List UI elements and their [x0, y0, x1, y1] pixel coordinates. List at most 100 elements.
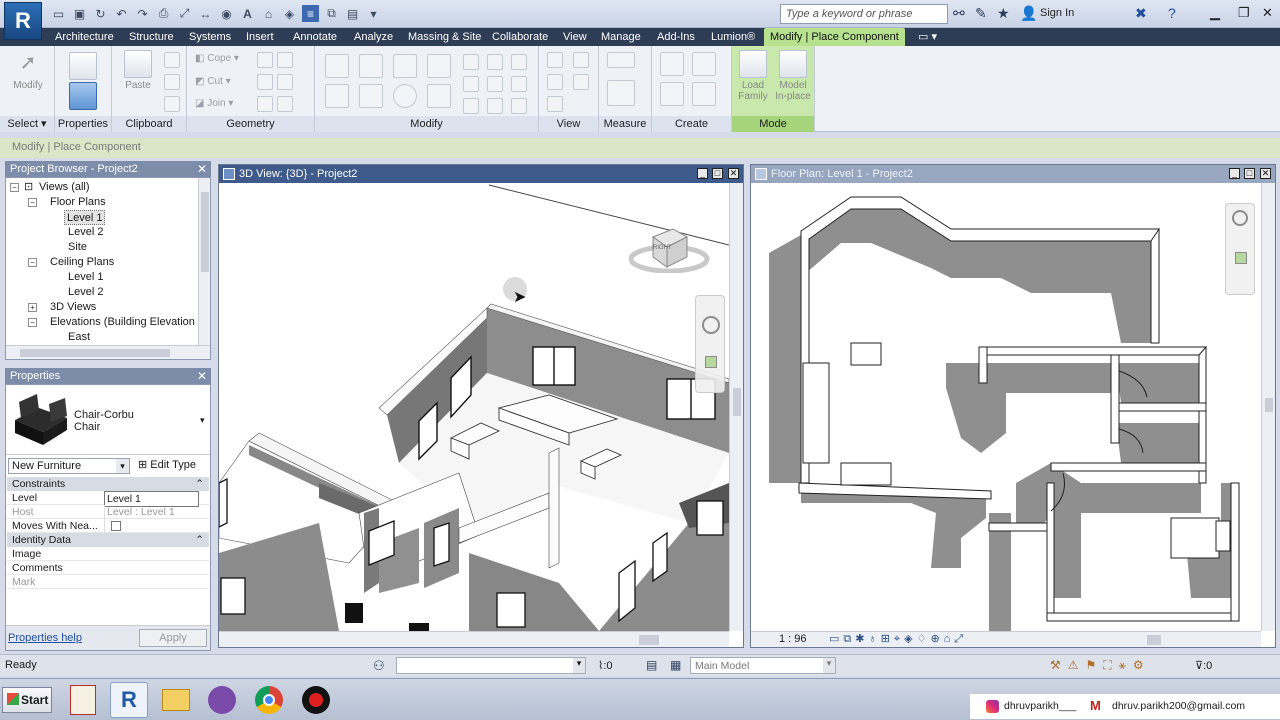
- tab-massing-site[interactable]: Massing & Site: [408, 28, 481, 46]
- view-3d-title-bar[interactable]: 3D View: {3D} - Project2 _ □ ✕: [219, 165, 743, 183]
- binoculars-icon[interactable]: ⚯: [953, 5, 965, 22]
- open-icon[interactable]: ▭: [50, 5, 67, 22]
- tab-annotate[interactable]: Annotate: [293, 28, 337, 46]
- tab-add-ins[interactable]: Add-Ins: [657, 28, 695, 46]
- view-filter-icon[interactable]: [573, 74, 589, 90]
- tab-view[interactable]: View: [563, 28, 587, 46]
- tree-item-floor-plan-level-1[interactable]: Level 1: [64, 210, 106, 225]
- view-3d-close-icon[interactable]: ✕: [728, 168, 739, 179]
- favorites-star-icon[interactable]: ★: [997, 5, 1010, 22]
- mirror-draw-icon[interactable]: [427, 54, 451, 78]
- tab-collaborate[interactable]: Collaborate: [492, 28, 548, 46]
- steering-wheel-icon[interactable]: [702, 316, 720, 334]
- tag-icon[interactable]: ◉: [218, 5, 235, 22]
- view-plan-minimize-icon[interactable]: _: [1229, 168, 1240, 179]
- create-similar-icon[interactable]: [660, 52, 684, 76]
- select-dropdown[interactable]: Select ▾: [0, 116, 54, 132]
- pin-icon[interactable]: [463, 76, 479, 92]
- browser-hscroll-thumb[interactable]: [20, 349, 170, 357]
- tab-architecture[interactable]: Architecture: [55, 28, 114, 46]
- instance-filter-select[interactable]: New Furniture ▾: [8, 458, 130, 474]
- match-type-icon[interactable]: [164, 96, 180, 112]
- group-identity-data[interactable]: Identity Data ⌃: [7, 533, 209, 547]
- edit-type-button[interactable]: ⊞ Edit Type: [138, 458, 196, 471]
- view-plan-hscroll-thumb[interactable]: [1147, 635, 1161, 645]
- taskbar-erp-app[interactable]: [64, 682, 102, 718]
- worksharing-icon[interactable]: ⚇: [373, 658, 385, 674]
- undo-icon[interactable]: ↶: [113, 5, 130, 22]
- aligned-dimension-icon[interactable]: [607, 80, 635, 106]
- design-options-icon-2[interactable]: ▦: [670, 658, 681, 672]
- tree-toggle-icon[interactable]: −: [10, 183, 19, 192]
- cope-button[interactable]: ◧ Cope ▾: [195, 53, 239, 64]
- tree-toggle-icon[interactable]: +: [28, 303, 37, 312]
- view-plan-canvas[interactable]: [751, 183, 1261, 631]
- switch-windows-icon[interactable]: ▤: [344, 5, 361, 22]
- scale-icon[interactable]: [511, 54, 527, 70]
- tab-structure[interactable]: Structure: [129, 28, 174, 46]
- trim-single-icon[interactable]: [463, 98, 479, 114]
- view-plan-vertical-scrollbar[interactable]: [1261, 183, 1275, 631]
- help-icon[interactable]: ?: [1168, 5, 1176, 21]
- view-options-icon[interactable]: [573, 52, 589, 68]
- zoom-region-icon[interactable]: [705, 356, 717, 368]
- dimension-icon[interactable]: ↔: [197, 5, 214, 22]
- wall-joins-icon[interactable]: [257, 52, 273, 68]
- type-properties-button[interactable]: [65, 52, 101, 82]
- remove-paint-icon[interactable]: [257, 96, 273, 112]
- close-hidden-icon[interactable]: ⧉: [323, 5, 340, 22]
- 3d-view-icon[interactable]: ⌂: [260, 5, 277, 22]
- user-icon[interactable]: 👤: [1020, 5, 1037, 22]
- tree-item-east[interactable]: East: [68, 330, 90, 345]
- view-plan-vscroll-thumb[interactable]: [1265, 398, 1273, 412]
- sign-in-link[interactable]: Sign In: [1040, 7, 1074, 19]
- offset-icon[interactable]: [359, 54, 383, 78]
- measure-distance-icon[interactable]: [607, 52, 635, 68]
- paint-icon[interactable]: [257, 74, 273, 90]
- tree-toggle-icon[interactable]: −: [28, 258, 37, 267]
- modify-button[interactable]: ➚ Modify: [8, 50, 48, 91]
- move-icon[interactable]: [325, 84, 349, 108]
- moves-with-checkbox[interactable]: [111, 521, 121, 532]
- text-icon[interactable]: A: [239, 5, 256, 22]
- demolish-icon[interactable]: [277, 74, 293, 90]
- filter-control[interactable]: ⊽:0: [1195, 659, 1212, 672]
- tree-toggle-icon[interactable]: −: [28, 318, 37, 327]
- design-option-select[interactable]: Main Model ▾: [690, 657, 836, 674]
- delete-icon[interactable]: [511, 76, 527, 92]
- linework-icon[interactable]: [547, 96, 563, 112]
- view-plan-close-icon[interactable]: ✕: [1260, 168, 1271, 179]
- sync-icon[interactable]: ↻: [92, 5, 109, 22]
- help-search-input[interactable]: Type a keyword or phrase: [780, 4, 948, 24]
- application-menu-button[interactable]: R: [4, 2, 42, 40]
- trim-icon[interactable]: [427, 84, 451, 108]
- create-parts-icon[interactable]: [660, 82, 684, 106]
- chevron-down-icon[interactable]: ▾: [116, 459, 129, 473]
- restore-icon[interactable]: ❐: [1238, 5, 1250, 21]
- tab-insert[interactable]: Insert: [246, 28, 274, 46]
- tab-systems[interactable]: Systems: [189, 28, 231, 46]
- redo-icon[interactable]: ↷: [134, 5, 151, 22]
- view-3d-hscroll-thumb[interactable]: [639, 635, 659, 645]
- create-group-icon[interactable]: [692, 52, 716, 76]
- chevron-down-icon[interactable]: ▾: [573, 658, 585, 673]
- start-button[interactable]: Start: [2, 687, 52, 713]
- plan-steering-wheel-icon[interactable]: [1232, 210, 1248, 226]
- taskbar-explorer[interactable]: [157, 682, 195, 718]
- subscription-icon[interactable]: ✎: [975, 5, 987, 22]
- unpin-icon[interactable]: [487, 76, 503, 92]
- type-selector[interactable]: Chair-Corbu Chair ▾: [6, 385, 210, 455]
- view-3d-maximize-icon[interactable]: □: [712, 168, 723, 179]
- taskbar-recorder[interactable]: [297, 682, 335, 718]
- properties-help-link[interactable]: Properties help: [8, 632, 82, 644]
- tab-lumion[interactable]: Lumion®: [711, 28, 755, 46]
- taskbar-chrome[interactable]: [250, 682, 288, 718]
- view-3d-vscroll-thumb[interactable]: [733, 388, 741, 416]
- collapse-icon[interactable]: ⌃: [195, 533, 204, 547]
- workset-dropdown[interactable]: ▾: [396, 657, 586, 674]
- create-assembly-icon[interactable]: [692, 82, 716, 106]
- trim-multiple-icon[interactable]: [487, 98, 503, 114]
- view-3d-canvas[interactable]: RIGHT ➤: [219, 183, 729, 631]
- delete-element-icon[interactable]: [511, 98, 527, 114]
- type-selector-dropdown-icon[interactable]: ▾: [200, 415, 205, 426]
